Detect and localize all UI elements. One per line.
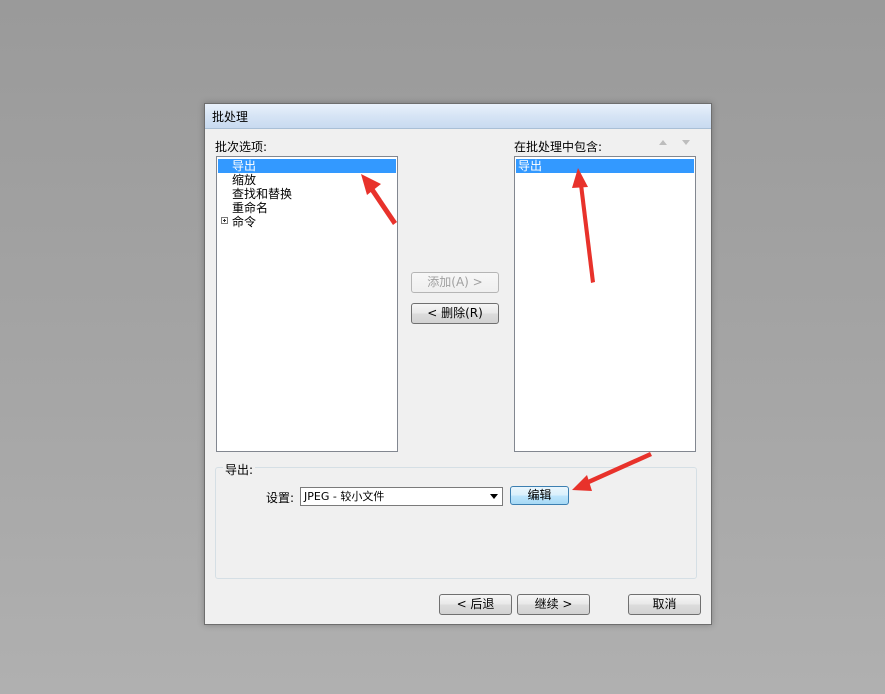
move-down-icon[interactable] (682, 140, 690, 145)
remove-button[interactable]: < 删除(R) (411, 303, 499, 324)
export-section-label: 导出: (223, 461, 256, 478)
batch-options-label: 批次选项: (215, 140, 268, 154)
dialog-title: 批处理 (212, 110, 249, 124)
list-item-scale[interactable]: 缩放 (218, 173, 396, 187)
title-bar[interactable]: 批处理 (205, 104, 711, 129)
list-item-rename[interactable]: 重命名 (218, 201, 396, 215)
list-item-export[interactable]: 导出 (218, 159, 396, 173)
batch-options-list[interactable]: 导出 缩放 查找和替换 重命名 命令 (216, 156, 398, 452)
list-item-find-replace[interactable]: 查找和替换 (218, 187, 396, 201)
continue-button[interactable]: 继续 > (517, 594, 590, 615)
list-item-commands[interactable]: 命令 (218, 215, 396, 229)
cancel-button[interactable]: 取消 (628, 594, 701, 615)
move-up-icon[interactable] (659, 140, 667, 145)
batch-process-dialog: 批处理 批次选项: 在批处理中包含: 导出 缩放 查找和替换 重命名 命令 添加… (204, 103, 712, 625)
included-label: 在批处理中包含: (514, 140, 603, 154)
expand-plus-icon[interactable] (221, 217, 228, 224)
settings-label: 设置: (266, 491, 295, 505)
included-list[interactable]: 导出 (514, 156, 696, 452)
dropdown-arrow-icon (490, 494, 498, 499)
add-button[interactable]: 添加(A) > (411, 272, 499, 293)
export-settings-group (215, 467, 697, 579)
settings-select-value: JPEG - 较小文件 (304, 490, 385, 503)
settings-select[interactable]: JPEG - 较小文件 (300, 487, 503, 506)
edit-button[interactable]: 编辑 (510, 486, 569, 505)
included-item-export[interactable]: 导出 (516, 159, 694, 173)
back-button[interactable]: < 后退 (439, 594, 512, 615)
